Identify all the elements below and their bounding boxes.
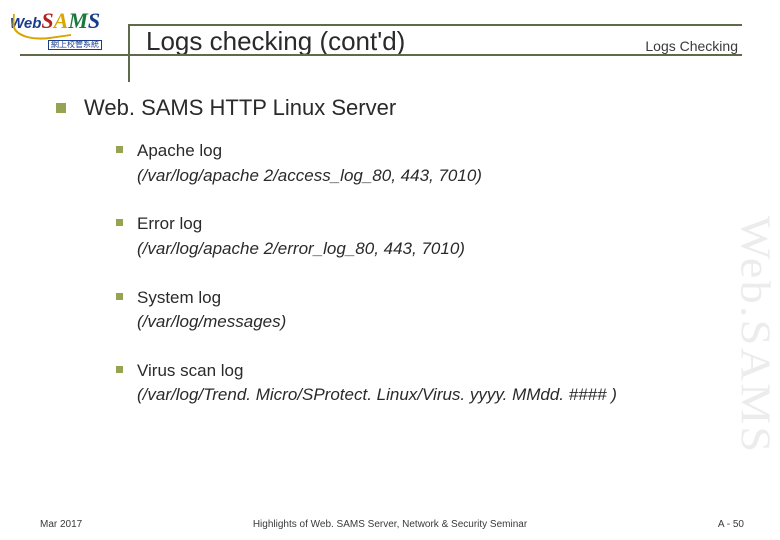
item-label: System log	[137, 288, 221, 307]
logo-sams-text: SAMS	[41, 8, 100, 33]
slide-title: Logs checking (cont'd)	[146, 26, 405, 57]
footer: Mar 2017 Highlights of Web. SAMS Server,…	[0, 510, 780, 530]
footer-title: Highlights of Web. SAMS Server, Network …	[0, 519, 780, 530]
item-label: Error log	[137, 214, 202, 233]
item-label: Apache log	[137, 141, 222, 160]
bullet-square-icon	[56, 103, 66, 113]
watermark-text: Web.SAMS	[730, 216, 778, 454]
item-path: (/var/log/apache 2/error_log_80, 443, 70…	[137, 237, 720, 262]
list-level1: Web. SAMS HTTP Linux Server	[56, 95, 720, 121]
list-item: Virus scan log (/var/log/Trend. Micro/SP…	[116, 359, 720, 408]
list-item: Apache log (/var/log/apache 2/access_log…	[116, 139, 720, 188]
bullet-square-icon	[116, 293, 123, 300]
watermark: Web.SAMS	[734, 170, 774, 500]
bullet-square-icon	[116, 146, 123, 153]
content-area: Web. SAMS HTTP Linux Server Apache log (…	[56, 95, 720, 432]
level1-heading: Web. SAMS HTTP Linux Server	[84, 95, 396, 121]
item-path: (/var/log/apache 2/access_log_80, 443, 7…	[137, 164, 720, 189]
item-path: (/var/log/messages)	[137, 310, 720, 335]
list-item: Error log (/var/log/apache 2/error_log_8…	[116, 212, 720, 261]
footer-page: A - 50	[718, 519, 744, 530]
title-rule-vertical	[128, 24, 130, 82]
section-label: Logs Checking	[645, 38, 738, 54]
logo: WebSAMS 網上校管系統	[10, 8, 125, 53]
bullet-square-icon	[116, 366, 123, 373]
bullet-square-icon	[116, 219, 123, 226]
logo-subtitle: 網上校管系統	[48, 40, 102, 50]
title-rule-bottom	[20, 54, 742, 56]
logo-web-text: Web	[10, 15, 41, 32]
item-label: Virus scan log	[137, 361, 243, 380]
list-item: System log (/var/log/messages)	[116, 286, 720, 335]
item-path: (/var/log/Trend. Micro/SProtect. Linux/V…	[137, 383, 720, 408]
sublist: Apache log (/var/log/apache 2/access_log…	[116, 139, 720, 408]
